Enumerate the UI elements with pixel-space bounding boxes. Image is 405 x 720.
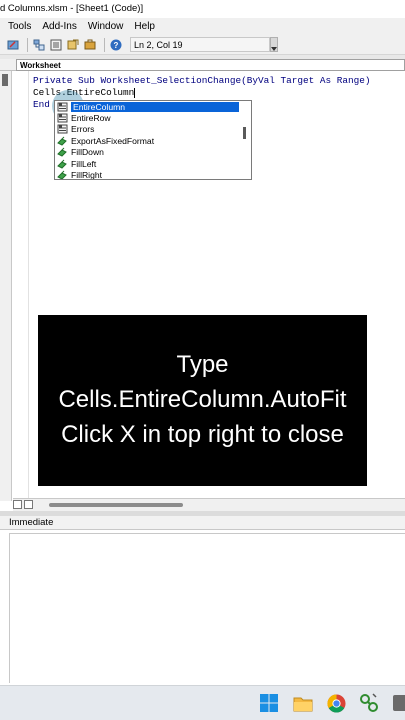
chrome-icon[interactable] <box>326 693 346 713</box>
instruction-overlay: Type Cells.EntireColumn.AutoFit Click X … <box>38 315 367 486</box>
toolbar-overflow-button[interactable] <box>270 37 278 52</box>
toolbar-separator <box>27 37 28 52</box>
method-icon <box>56 147 68 157</box>
menu-add-ins[interactable]: Add-Ins <box>42 21 76 32</box>
code-line-1[interactable]: Private Sub Worksheet_SelectionChange(By… <box>33 75 371 86</box>
autocomplete-item[interactable]: FillDown <box>56 147 241 158</box>
window-title: d Columns.xlsm - [Sheet1 (Code)] <box>0 0 405 18</box>
standard-toolbar: ? Ln 2, Col 19 <box>0 35 405 55</box>
horizontal-scroll-thumb[interactable] <box>49 503 183 507</box>
code-window-bottom-bar <box>13 498 405 511</box>
property-icon <box>56 102 68 112</box>
immediate-window-title: Immediate <box>0 516 405 530</box>
autocomplete-item-label: FillRight <box>71 170 103 180</box>
method-icon <box>56 136 68 146</box>
autocomplete-item-label: FillDown <box>71 147 104 158</box>
full-module-view-button[interactable] <box>24 500 33 509</box>
autocomplete-item-label: ExportAsFixedFormat <box>71 135 155 146</box>
text-cursor <box>134 87 136 98</box>
collapse-marker <box>2 74 8 86</box>
vba-app-icon[interactable] <box>359 693 379 713</box>
code-margin-indicator-bar <box>13 71 29 498</box>
object-combo-row: Worksheet <box>0 59 405 71</box>
toolbar-separator <box>104 37 105 52</box>
instruction-line-2: Cells.EntireColumn.AutoFit <box>58 386 347 413</box>
method-icon <box>56 170 68 179</box>
file-explorer-icon[interactable] <box>293 693 313 713</box>
autocomplete-item[interactable]: FillRight <box>56 169 241 180</box>
menu-window[interactable]: Window <box>88 21 124 32</box>
autocomplete-item[interactable]: FillLeft <box>56 158 241 169</box>
menu-help[interactable]: Help <box>134 21 155 32</box>
code-line-3[interactable]: End <box>33 99 50 110</box>
autocomplete-item-label: EntireRow <box>71 113 111 124</box>
autocomplete-scroll-thumb[interactable] <box>243 127 246 139</box>
object-browser-icon[interactable] <box>66 38 80 52</box>
windows-start-icon[interactable] <box>259 693 279 713</box>
autocomplete-item[interactable]: EntireRow <box>56 112 241 123</box>
help-icon[interactable]: ? <box>109 38 123 52</box>
code-line-2[interactable]: Cells.EntireColumn <box>33 87 136 98</box>
properties-window-icon[interactable] <box>49 38 63 52</box>
autocomplete-list[interactable]: EntireColumn EntireRow Errors ExportAsFi… <box>54 100 252 180</box>
cursor-position-status: Ln 2, Col 19 <box>130 37 270 52</box>
menu-bar: Tools Add-Ins Window Help <box>0 18 405 35</box>
autocomplete-item-label: FillLeft <box>71 158 97 169</box>
design-mode-icon[interactable] <box>6 38 20 52</box>
code-line-2-text: Cells.EntireColumn <box>33 87 135 98</box>
autocomplete-item[interactable]: EntireColumn <box>56 101 241 112</box>
window-edge <box>0 71 12 501</box>
property-icon <box>56 113 68 123</box>
taskbar <box>0 685 405 720</box>
autocomplete-scrollbar[interactable] <box>240 102 250 178</box>
chevron-down-icon <box>271 47 277 51</box>
object-combo[interactable]: Worksheet <box>16 59 405 71</box>
autocomplete-item-label: EntireColumn <box>71 101 239 112</box>
toolbox-icon[interactable] <box>83 38 97 52</box>
autocomplete-item[interactable]: ExportAsFixedFormat <box>56 135 241 146</box>
svg-text:?: ? <box>114 41 119 50</box>
autocomplete-item[interactable]: Errors <box>56 124 241 135</box>
project-explorer-icon[interactable] <box>32 38 46 52</box>
procedure-view-button[interactable] <box>13 500 22 509</box>
instruction-line-1: Type <box>176 351 229 378</box>
app-icon[interactable] <box>390 693 405 713</box>
property-icon <box>56 124 68 134</box>
immediate-window[interactable] <box>9 533 405 683</box>
instruction-line-3: Click X in top right to close <box>61 421 344 448</box>
autocomplete-item-label: Errors <box>71 124 95 135</box>
method-icon <box>56 159 68 169</box>
menu-tools[interactable]: Tools <box>8 21 31 32</box>
